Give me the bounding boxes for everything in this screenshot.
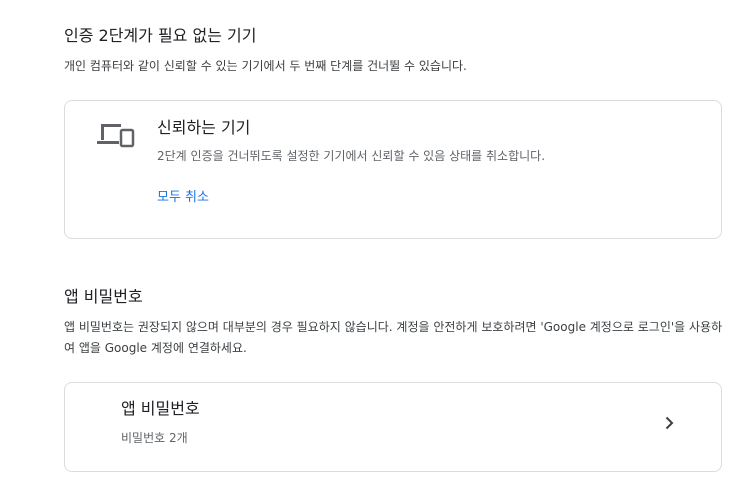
app-passwords-card[interactable]: 앱 비밀번호 비밀번호 2개: [64, 382, 722, 472]
trusted-devices-section-description: 개인 컴퓨터와 같이 신뢰할 수 있는 기기에서 두 번째 단계를 건너뛸 수 …: [64, 59, 467, 73]
chevron-right-icon[interactable]: [661, 415, 677, 431]
trusted-devices-card: 신뢰하는 기기 2단계 인증을 건너뛰도록 설정한 기기에서 신뢰할 수 있음 …: [64, 100, 722, 239]
app-passwords-section-title: 앱 비밀번호: [64, 287, 143, 306]
devices-icon: [97, 121, 135, 149]
trusted-devices-title: 신뢰하는 기기: [157, 118, 251, 137]
app-passwords-section-description: 앱 비밀번호는 권장되지 않으며 대부분의 경우 필요하지 않습니다. 계정을 …: [64, 320, 723, 355]
trusted-devices-section-title: 인증 2단계가 필요 없는 기기: [64, 26, 257, 45]
trusted-devices-subtitle: 2단계 인증을 건너뛰도록 설정한 기기에서 신뢰할 수 있음 상태를 취소합니…: [157, 149, 546, 163]
security-page: 인증 2단계가 필요 없는 기기 개인 컴퓨터와 같이 신뢰할 수 있는 기기에…: [0, 0, 746, 498]
app-passwords-count: 비밀번호 2개: [121, 431, 188, 445]
app-passwords-title: 앱 비밀번호: [121, 399, 200, 418]
revoke-all-link[interactable]: 모두 취소: [157, 189, 209, 207]
